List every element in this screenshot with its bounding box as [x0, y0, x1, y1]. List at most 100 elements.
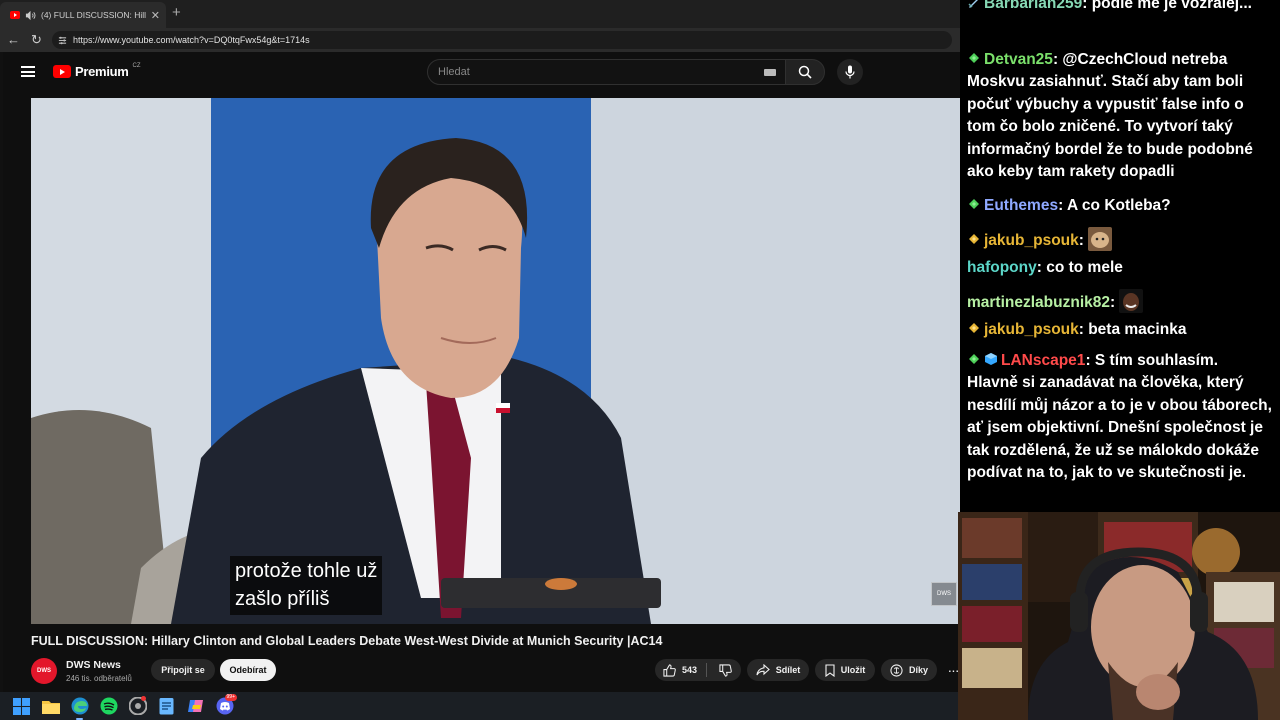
face-emote-icon [1119, 289, 1144, 313]
video-player[interactable]: protože tohle už zašlo příliš DWS [31, 98, 963, 624]
chat-username[interactable]: Euthemes [984, 197, 1058, 214]
join-button[interactable]: Připojit se [151, 659, 215, 681]
like-count: 543 [681, 665, 698, 675]
share-arrow-icon [756, 664, 770, 676]
url-field[interactable]: https://www.youtube.com/watch?v=DQ0tqFwx… [52, 31, 952, 49]
cat-emote-icon [1088, 227, 1113, 251]
subscriber-count: 246 tis. odběratelů [66, 674, 132, 683]
logo-wordmark: Premium [75, 64, 129, 79]
chat-message: hafopony: co to mele [967, 259, 1123, 276]
keyboard-icon[interactable] [764, 69, 776, 76]
super-thanks-icon [890, 663, 903, 677]
file-explorer-icon[interactable] [41, 697, 60, 716]
webcam-feed [958, 512, 1280, 720]
cube-badge-icon [985, 353, 997, 365]
gold-sub-badge-icon [969, 234, 979, 244]
tab-title: (4) FULL DISCUSSION: Hillary [41, 10, 146, 20]
channel-watermark[interactable]: DWS [931, 582, 957, 606]
chat-text: S tím souhlasím. Hlavně si zanadávat na … [967, 352, 1272, 482]
chat-message: jakub_psouk: [967, 227, 1273, 252]
dislike-button[interactable] [710, 659, 740, 681]
site-info-icon[interactable] [58, 36, 67, 45]
chat-text: @CzechCloud netreba Moskvu zasiahnuť. St… [967, 51, 1253, 181]
chat-message: LANscape1: S tím souhlasím. Hlavně si za… [967, 352, 1272, 482]
chat-username[interactable]: martinezlabuznik82 [967, 294, 1110, 311]
thanks-button[interactable]: Díky [881, 659, 937, 681]
sub-badge-icon [969, 354, 979, 364]
like-button[interactable]: 543 [655, 659, 705, 681]
microphone-icon [845, 65, 855, 79]
chat-message: jakub_psouk: beta macinka [967, 319, 1273, 341]
video-frame [31, 98, 963, 624]
hamburger-menu-icon[interactable] [21, 66, 35, 77]
discord-icon[interactable]: 99+ [215, 693, 237, 716]
chat-username[interactable]: Detvan25 [984, 51, 1053, 68]
thanks-label: Díky [908, 665, 928, 675]
channel-avatar[interactable]: DWS [31, 658, 57, 684]
reload-icon[interactable]: ↻ [31, 33, 42, 47]
video-subtitle: protože tohle už zašlo příliš [230, 556, 383, 615]
subscribe-button[interactable]: Odebírat [220, 659, 276, 681]
save-button[interactable]: Uložit [815, 659, 875, 681]
search-icon [798, 65, 812, 79]
windows-icon[interactable] [12, 697, 31, 716]
browser-tab-bar: (4) FULL DISCUSSION: Hillary ✕ + [0, 0, 960, 28]
notification-dot [141, 695, 146, 701]
speaker-icon[interactable] [25, 10, 36, 21]
bookmark-icon [825, 663, 835, 677]
channel-row: DWS DWS News 246 tis. odběratelů Připoji… [31, 655, 963, 685]
subtitle-line: zašlo příliš [235, 588, 330, 610]
chat-text: co to mele [1046, 259, 1123, 276]
browser-tab[interactable]: (4) FULL DISCUSSION: Hillary ✕ [0, 2, 166, 28]
channel-name[interactable]: DWS News [66, 659, 121, 671]
like-dislike-group: 543 [655, 659, 741, 681]
back-arrow-icon[interactable]: ← [7, 33, 20, 47]
edge-icon[interactable] [70, 697, 89, 720]
url-text: https://www.youtube.com/watch?v=DQ0tqFwx… [73, 35, 310, 45]
chat-message: Detvan25: @CzechCloud netreba Moskvu zas… [967, 51, 1253, 181]
like-divider [706, 663, 707, 677]
sub-badge-icon [969, 53, 979, 63]
youtube-header: Premium CZ [3, 52, 963, 92]
voice-search-button[interactable] [837, 59, 863, 85]
tab-close-icon[interactable]: ✕ [151, 9, 160, 22]
video-title: FULL DISCUSSION: Hillary Clinton and Glo… [31, 634, 663, 648]
chat-text: A co Kotleba? [1067, 197, 1171, 214]
sword-badge-icon [968, 0, 978, 8]
windows-taskbar: 99+ [0, 692, 960, 720]
chat-username[interactable]: hafopony [967, 259, 1037, 276]
gold-sub-badge-icon [969, 323, 979, 333]
thumbs-up-icon [663, 663, 676, 677]
address-bar-row: ← ↻ https://www.youtube.com/watch?v=DQ0t… [0, 28, 960, 52]
search-box[interactable] [427, 59, 787, 85]
chat-message: Euthemes: A co Kotleba? [967, 195, 1273, 217]
chat-text: beta macinka [1088, 321, 1187, 338]
chat-username[interactable]: jakub_psouk [984, 321, 1079, 338]
chat-message: martinezlabuznik82: [967, 289, 1273, 314]
logo-country-code: CZ [132, 62, 141, 69]
search-input[interactable] [438, 66, 738, 78]
chat-message: Barbarian259: podle mě je vožralej... [967, 0, 1273, 15]
chat-username[interactable]: LANscape1 [1001, 352, 1085, 369]
streamer-webcam [958, 512, 1280, 720]
save-label: Uložit [840, 665, 866, 675]
new-tab-button[interactable]: + [172, 4, 181, 22]
stream-chat-panel: Barbarian259: podle mě je vožralej... De… [960, 0, 1280, 512]
sub-badge-icon [969, 199, 979, 209]
copilot-icon[interactable] [186, 697, 205, 716]
chat-username[interactable]: Barbarian259 [984, 0, 1082, 12]
youtube-page: Premium CZ Hledat protože tohle už zašlo… [0, 52, 963, 692]
spotify-icon[interactable] [99, 697, 118, 716]
chat-text: podle mě je vožralej... [1091, 0, 1252, 12]
youtube-favicon-icon [10, 11, 20, 19]
notepad-icon[interactable] [157, 697, 176, 716]
subtitle-line: protože tohle už [235, 560, 378, 582]
chrome-icon[interactable] [128, 695, 147, 716]
thumbs-down-icon [718, 663, 732, 677]
chat-username[interactable]: jakub_psouk [984, 232, 1079, 249]
search-button[interactable] [785, 59, 825, 85]
youtube-play-logo-icon [53, 65, 71, 78]
youtube-premium-logo[interactable]: Premium CZ [53, 62, 141, 79]
discord-notification-badge: 99+ [224, 693, 237, 701]
share-button[interactable]: Sdílet [747, 659, 809, 681]
